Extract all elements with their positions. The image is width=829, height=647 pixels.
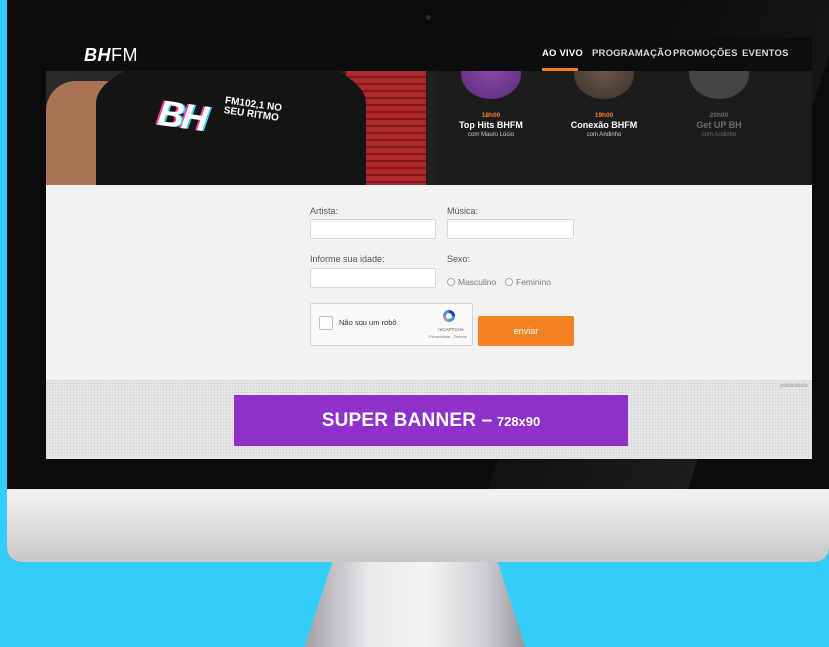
slot-title: Conexão BHFM	[570, 120, 638, 130]
radio-feminino[interactable]: Feminino	[505, 277, 551, 287]
show-thumbnail	[689, 71, 749, 99]
slot-time: 20h00	[709, 112, 729, 119]
captcha-checkbox[interactable]	[319, 316, 333, 330]
song-input[interactable]	[447, 219, 574, 239]
radio-circle	[505, 278, 513, 286]
nav-ao-vivo[interactable]: AO VIVO	[542, 48, 583, 59]
recaptcha-icon	[443, 310, 455, 322]
super-banner-ad[interactable]: SUPER BANNER – 728x90	[234, 395, 628, 446]
site-logo[interactable]: BHFM	[84, 45, 138, 66]
age-label: Informe sua idade:	[310, 254, 385, 264]
website-screen: BHFM AO VIVO PROGRAMAÇÃO PROMOÇÕES EVENT…	[46, 37, 812, 459]
webcam	[426, 15, 431, 20]
submit-button[interactable]: enviar	[478, 316, 574, 346]
active-nav-indicator	[542, 68, 578, 71]
age-input[interactable]	[310, 268, 436, 288]
ad-label: publicidade	[780, 383, 808, 389]
captcha-brand: reCAPTCHA	[438, 327, 464, 332]
artist-label: Artista:	[310, 206, 339, 216]
slot-title: Top Hits BHFM	[459, 120, 523, 130]
captcha-label: Não sou um robô	[339, 318, 397, 327]
monitor-chin	[7, 489, 829, 562]
host-shirt	[96, 71, 366, 185]
monitor-stand	[304, 562, 526, 647]
slot-host: com Andinho	[701, 132, 737, 138]
song-request-form: Artista: Música: Informe sua idade: Sexo…	[46, 185, 812, 380]
radio-circle	[447, 278, 455, 286]
slot-host: com Mauro Lúcio	[467, 132, 515, 138]
ad-area: publicidade SUPER BANNER – 728x90	[46, 380, 812, 459]
banner-title: SUPER BANNER –	[321, 410, 493, 431]
banner-size: 728x90	[496, 414, 541, 429]
artist-input[interactable]	[310, 219, 436, 239]
show-thumbnail	[574, 71, 634, 99]
slot-time: 18h00	[481, 112, 501, 119]
host-photo: BH FM102,1 NO SEU RITMO	[46, 71, 436, 185]
slot-title: Get UP BH	[696, 120, 742, 130]
recaptcha-widget: Não sou um robô reCAPTCHA Privacidade - …	[310, 303, 473, 346]
top-navbar: BHFM AO VIVO PROGRAMAÇÃO PROMOÇÕES EVENT…	[46, 37, 812, 71]
shirt-logo: BH	[155, 91, 209, 140]
hero-banner: BH FM102,1 NO SEU RITMO 18h00 Top Hits B…	[46, 71, 812, 185]
slot-host: com Andinho	[586, 132, 622, 138]
nav-eventos[interactable]: EVENTOS	[742, 48, 789, 59]
nav-programacao[interactable]: PROGRAMAÇÃO	[592, 48, 672, 59]
sex-label: Sexo:	[447, 254, 471, 264]
show-thumbnail	[461, 71, 521, 99]
nav-promocoes[interactable]: PROMOÇÕES	[673, 48, 738, 59]
shirt-print: BH FM102,1 NO SEU RITMO	[155, 91, 282, 140]
song-label: Música:	[447, 206, 479, 216]
captcha-links[interactable]: Privacidade - Termos	[423, 334, 473, 339]
monitor-frame: BHFM AO VIVO PROGRAMAÇÃO PROMOÇÕES EVENT…	[7, 0, 829, 562]
slot-time: 19h00	[594, 112, 614, 119]
radio-masculino[interactable]: Masculino	[447, 277, 496, 287]
